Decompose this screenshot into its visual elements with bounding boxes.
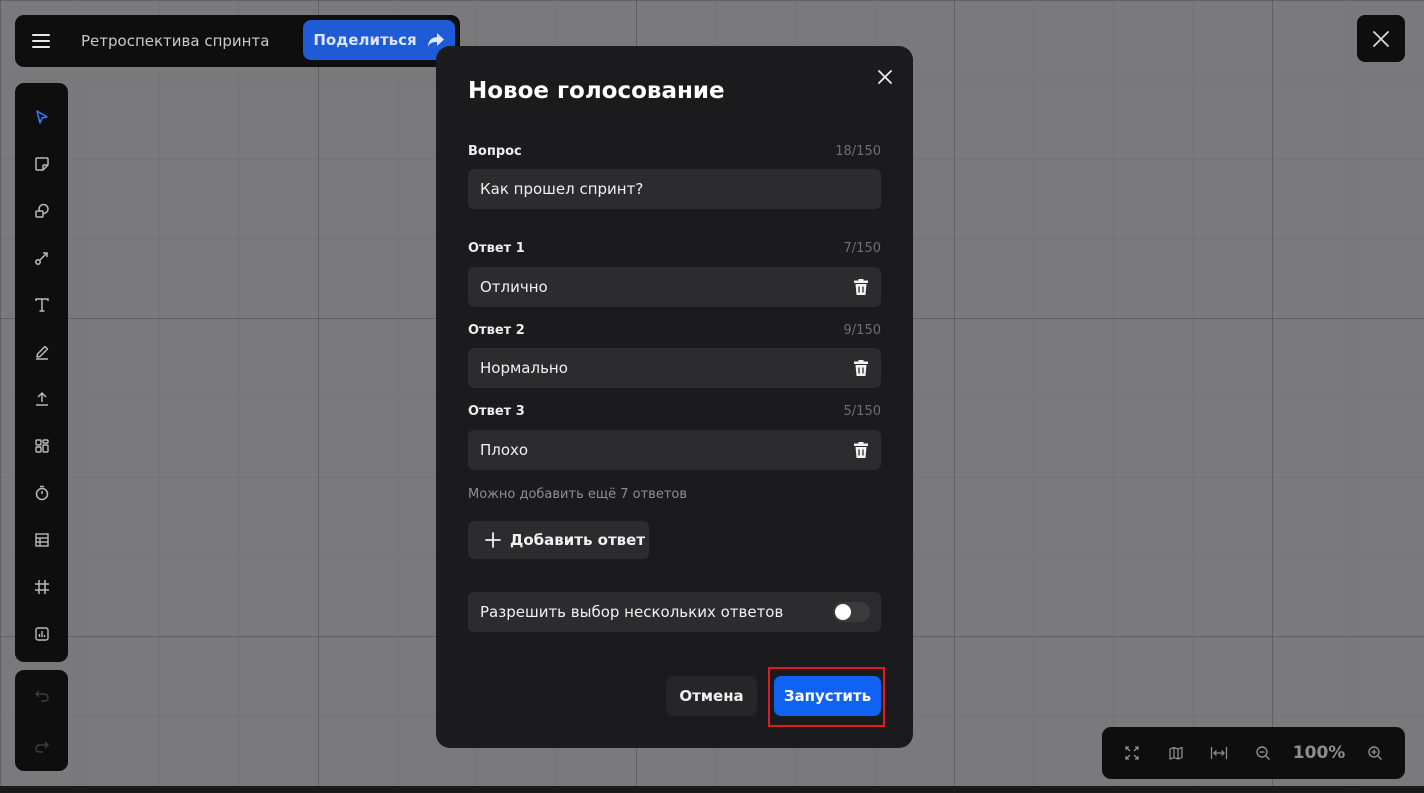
zoom-in-icon[interactable] [1361,739,1389,767]
pen-icon[interactable] [22,332,62,371]
sticky-note-icon[interactable] [22,144,62,183]
frame-icon[interactable] [22,568,62,607]
answer-2-char-count: 9/150 [843,323,881,338]
start-button-highlight: Запустить [768,667,885,727]
answers-remaining-hint: Можно добавить ещё 7 ответов [468,487,688,502]
text-icon[interactable] [22,285,62,324]
upload-icon[interactable] [22,379,62,418]
history-toolbar [15,670,68,771]
table-icon[interactable] [22,521,62,560]
answer-3-value: Плохо [480,441,529,459]
map-icon[interactable] [1162,739,1190,767]
menu-icon[interactable] [15,15,67,67]
share-button[interactable]: Поделиться [303,20,455,60]
redo-icon[interactable] [22,726,62,766]
timer-icon[interactable] [22,474,62,513]
answer-1-label: Ответ 1 [468,241,525,256]
question-value: Как прошел спринт? [480,180,644,198]
close-icon [1373,30,1389,47]
shapes-icon[interactable] [22,191,62,230]
question-char-count: 18/150 [835,144,881,159]
dialog-title: Новое голосование [468,78,725,104]
cancel-button[interactable]: Отмена [666,676,757,716]
zoom-out-icon[interactable] [1249,739,1277,767]
trash-icon[interactable] [841,267,881,307]
answer-3-char-count: 5/150 [843,404,881,419]
answer-2-label: Ответ 2 [468,323,525,338]
add-answer-label: Добавить ответ [510,531,646,549]
left-toolbar [15,83,68,662]
multiple-choice-toggle[interactable] [833,602,870,622]
question-label: Вопрос [468,144,522,159]
trash-icon[interactable] [841,348,881,388]
share-button-label: Поделиться [313,31,417,49]
question-input[interactable]: Как прошел спринт? [468,169,881,209]
fit-screen-icon[interactable] [1118,739,1146,767]
select-icon[interactable] [22,97,62,136]
templates-icon[interactable] [22,427,62,466]
trash-icon[interactable] [841,430,881,470]
cancel-label: Отмена [679,687,744,705]
answer-3-label: Ответ 3 [468,404,525,419]
multiple-choice-label: Разрешить выбор нескольких ответов [480,603,784,621]
new-poll-dialog: Новое голосование Вопрос 18/150 Как прош… [436,46,913,748]
multiple-choice-row: Разрешить выбор нескольких ответов [468,592,881,632]
connector-icon[interactable] [22,238,62,277]
chart-icon[interactable] [22,615,62,654]
add-answer-button[interactable]: Добавить ответ [468,521,649,559]
fit-width-icon[interactable] [1205,739,1233,767]
answer-1-value: Отлично [480,278,548,296]
board-title[interactable]: Ретроспектива спринта [81,32,269,50]
toggle-knob [835,604,851,620]
start-button[interactable]: Запустить [774,676,881,716]
undo-icon[interactable] [22,675,62,715]
share-arrow-icon [427,33,444,47]
board-close-button[interactable] [1357,15,1405,62]
top-header: Ретроспектива спринта Поделиться [15,15,460,67]
zoom-toolbar: 100% [1102,727,1405,779]
bottom-edge [0,786,1424,793]
answer-2-input[interactable]: Нормально [468,348,881,388]
answer-1-char-count: 7/150 [843,241,881,256]
answer-3-input[interactable]: Плохо [468,430,881,470]
plus-icon [485,532,501,548]
answer-1-input[interactable]: Отлично [468,267,881,307]
dialog-close-button[interactable] [872,64,898,90]
close-icon [878,70,892,84]
answer-2-value: Нормально [480,359,568,377]
start-label: Запустить [783,687,872,705]
zoom-level[interactable]: 100% [1293,743,1346,763]
